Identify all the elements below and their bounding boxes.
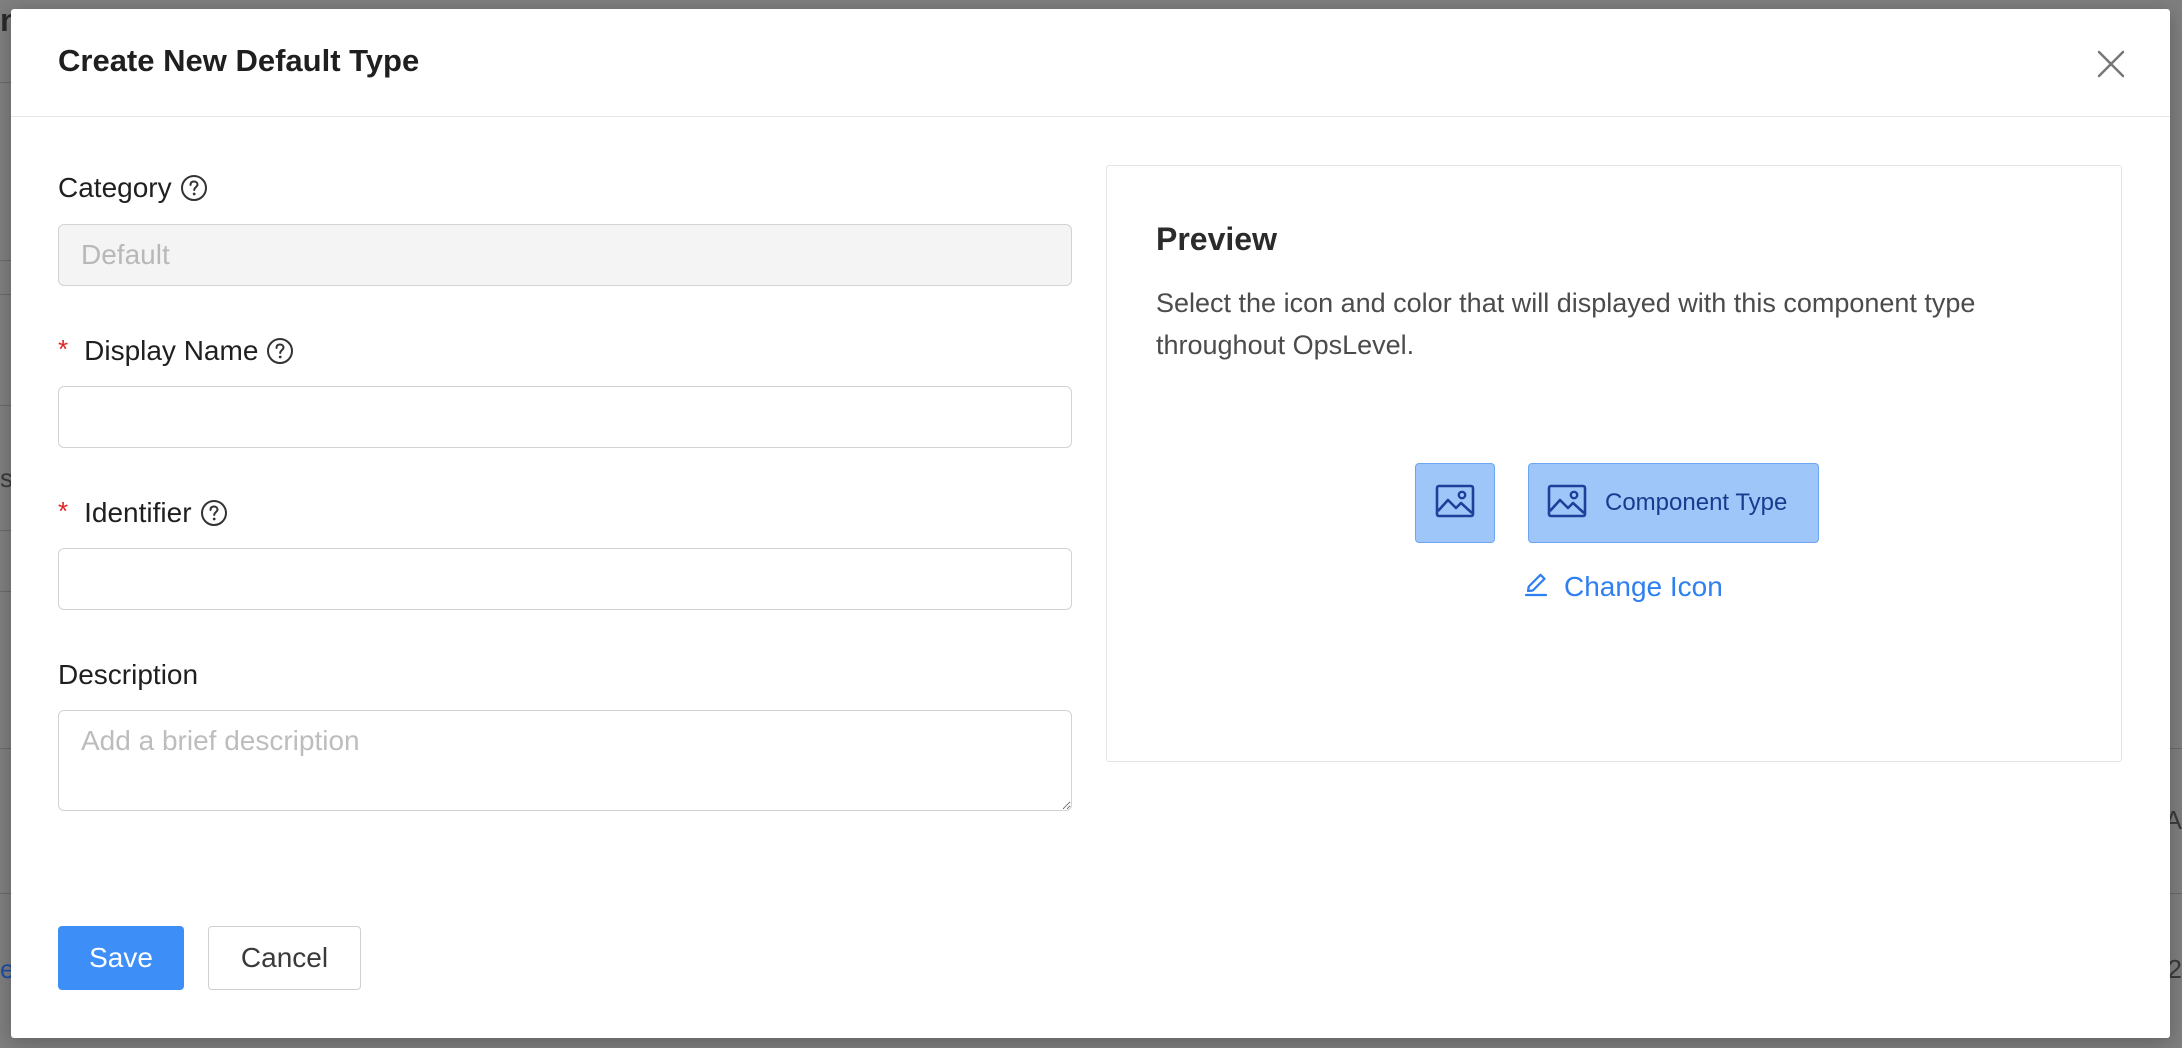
component-type-chip: Component Type — [1528, 463, 1819, 543]
help-icon[interactable] — [200, 499, 228, 527]
preview-title: Preview — [1156, 221, 1277, 257]
description-field[interactable] — [58, 710, 1072, 811]
category-label-text: Category — [58, 172, 172, 203]
change-icon-link[interactable]: Change Icon — [1522, 570, 1723, 603]
image-icon — [1547, 484, 1587, 523]
icon-preview-tile — [1415, 463, 1495, 543]
close-icon[interactable] — [2094, 47, 2128, 81]
preview-description: Select the icon and color that will disp… — [1156, 288, 1976, 360]
background-divider — [2168, 748, 2182, 749]
cancel-button[interactable]: Cancel — [208, 926, 361, 990]
background-divider — [2168, 893, 2182, 894]
help-icon[interactable] — [266, 337, 294, 365]
change-icon-label: Change Icon — [1564, 570, 1723, 602]
pencil-icon — [1522, 570, 1550, 603]
modal-header: Create New Default Type — [11, 9, 2170, 117]
identifier-label: * Identifier — [58, 495, 228, 529]
modal-title: Create New Default Type — [58, 43, 420, 78]
category-field — [58, 224, 1072, 286]
component-type-label: Component Type — [1605, 489, 1788, 516]
display-name-field[interactable] — [58, 386, 1072, 448]
create-default-type-modal: Create New Default Type Category * Displ… — [11, 9, 2170, 1038]
display-name-label-text: Display Name — [84, 335, 259, 366]
image-icon — [1435, 484, 1475, 523]
required-marker: * — [58, 495, 69, 526]
preview-panel: Preview Select the icon and color that w… — [1106, 165, 2122, 762]
help-icon[interactable] — [180, 174, 208, 202]
save-button[interactable]: Save — [58, 926, 184, 990]
identifier-field[interactable] — [58, 548, 1072, 610]
required-marker: * — [58, 333, 69, 364]
display-name-label: * Display Name — [58, 333, 294, 367]
identifier-label-text: Identifier — [84, 497, 192, 528]
description-label-text: Description — [58, 659, 199, 690]
category-label: Category — [58, 172, 208, 204]
description-label: Description — [58, 659, 198, 691]
